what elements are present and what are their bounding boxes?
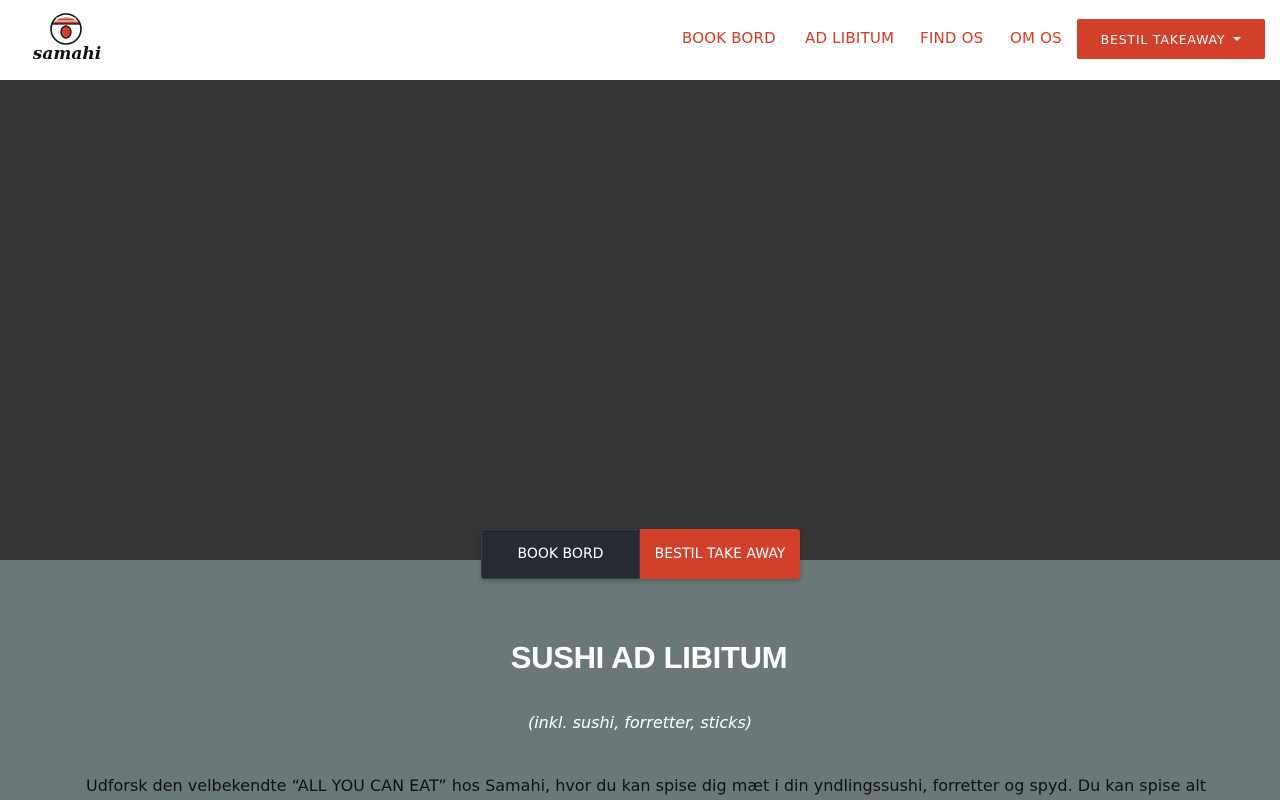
- bestil-takeaway-label: BESTIL TAKEAWAY: [1100, 31, 1226, 47]
- book-bord-button[interactable]: BOOK BORD: [481, 529, 640, 579]
- navbar: samahi BOOK BORD AD LIBITUM FIND OS OM O…: [0, 0, 1280, 80]
- nav-find-os[interactable]: FIND OS: [920, 29, 983, 47]
- bestil-takeaway-dropdown[interactable]: BESTIL TAKEAWAY: [1077, 19, 1265, 59]
- nav-book-bord[interactable]: BOOK BORD: [682, 29, 776, 47]
- samahi-logo-icon: samahi: [32, 13, 101, 64]
- samahi-logo[interactable]: samahi: [30, 12, 104, 64]
- nav-ad-libitum[interactable]: AD LIBITUM: [805, 29, 894, 47]
- hero-banner: [0, 80, 1280, 560]
- section-title: SUSHI AD LIBITUM: [510, 640, 788, 675]
- section-subtitle: (inkl. sushi, forretter, sticks): [527, 713, 753, 732]
- bestil-take-away-button[interactable]: BESTIL TAKE AWAY: [640, 529, 800, 579]
- ad-libitum-section: [0, 560, 1280, 800]
- svg-text:samahi: samahi: [32, 44, 101, 64]
- section-body-text: Udforsk den velbekendte “ALL YOU CAN EAT…: [86, 776, 1206, 795]
- caret-down-icon: [1233, 37, 1242, 41]
- nav-om-os[interactable]: OM OS: [1010, 29, 1062, 47]
- hero-cta-group: BOOK BORD BESTIL TAKE AWAY: [481, 529, 800, 579]
